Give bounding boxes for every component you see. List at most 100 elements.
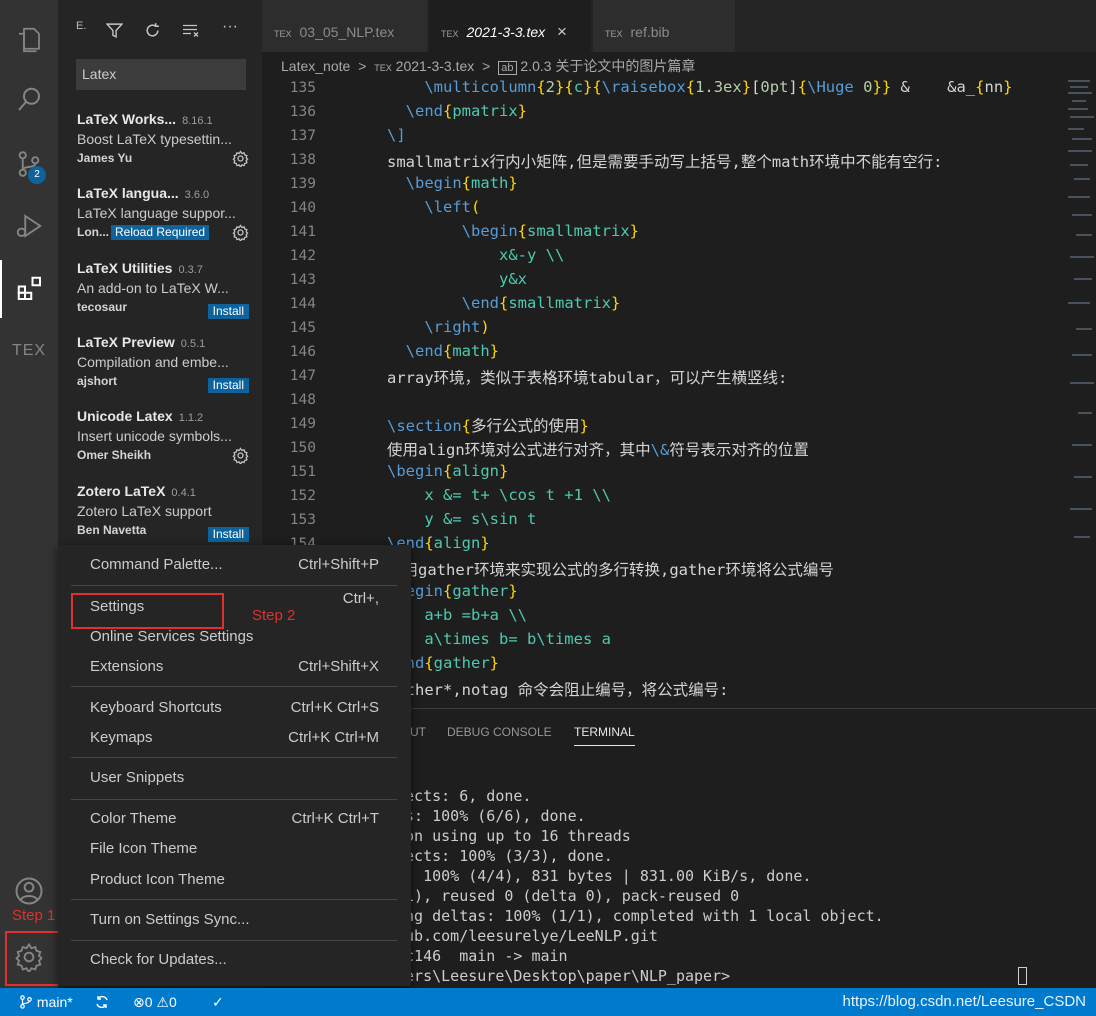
code-line: x &= t+ \cos t +1 \\ [424, 486, 611, 504]
extension-item[interactable]: LaTeX langua... 3.6.0 LaTeX language suppo… [77, 185, 249, 243]
clear-results-icon[interactable] [182, 22, 200, 42]
menu-separator [71, 899, 397, 900]
code-line: \right) [424, 318, 490, 336]
extension-gear-icon[interactable] [232, 447, 249, 468]
line-number: 147 [289, 368, 316, 384]
menu-item-extensions[interactable]: Extensions [90, 658, 163, 675]
manage-gear-icon[interactable] [0, 928, 58, 986]
install-button[interactable]: Install [207, 304, 249, 319]
step2-highlight [71, 593, 224, 629]
code-line: x&-y \\ [498, 246, 565, 264]
extension-version: 0.4.1 [171, 487, 196, 499]
extensions-icon[interactable] [0, 260, 58, 318]
menu-separator [71, 585, 397, 586]
reload-required-button[interactable]: Reload Required [111, 225, 210, 240]
terminal-line: ts: 100% (6/6), done. [396, 807, 586, 825]
search-icon[interactable] [0, 71, 58, 129]
extension-gear-icon[interactable] [232, 224, 249, 245]
extension-gear-icon[interactable] [232, 150, 249, 171]
tab-ref-bib[interactable]: TEX ref.bib [593, 0, 735, 52]
terminal-cursor [1018, 967, 1027, 985]
terminal-output[interactable]: jects: 6, done. ts: 100% (6/6), done. ion … [396, 787, 1096, 987]
line-number: 139 [289, 176, 316, 192]
install-button[interactable]: Install [207, 378, 249, 393]
close-tab-icon[interactable]: × [557, 22, 567, 41]
terminal-line: jects: 6, done. [396, 787, 532, 805]
line-number: 137 [289, 128, 316, 144]
code-line: \end{math} [405, 342, 500, 360]
extension-publisher: Lon... [77, 225, 109, 239]
extension-item[interactable]: LaTeX Works... 8.16.1 Boost LaTeX typesett… [77, 111, 249, 169]
extension-description: Boost LaTeX typesettin... [77, 131, 232, 147]
warning-count: 0 [168, 994, 177, 1010]
code-line: array环境，类似于表格环境tabular，可以产生横竖线: [387, 369, 788, 387]
panel-tab-terminal[interactable]: TERMINAL [574, 725, 635, 746]
source-control-icon[interactable] [0, 135, 58, 193]
extension-publisher: Omer Sheikh [77, 448, 152, 462]
error-count: 0 [144, 994, 153, 1010]
extension-item[interactable]: LaTeX Utilities 0.3.7 An add-on to LaTeX W… [77, 260, 249, 319]
extension-version: 8.16.1 [182, 115, 213, 127]
status-bar: main* ⊗0 ⚠0 ✓ https://blog.csdn.net/Lees… [0, 988, 1096, 1016]
tex-icon[interactable]: TEX [0, 322, 58, 380]
extension-item[interactable]: Unicode Latex 1.1.2 Insert unicode symbols… [77, 408, 249, 466]
terminal-line: ing deltas: 100% (1/1), completed with 1… [396, 907, 884, 925]
refresh-icon[interactable] [144, 22, 161, 42]
tab-03-05-nlp[interactable]: TEX 03_05_NLP.tex [262, 0, 427, 52]
menu-item-command-palette[interactable]: Command Palette... [90, 556, 223, 573]
editor-tab-bar: TEX 03_05_NLP.tex TEX 2021-3-3.tex × TEX re… [262, 0, 1096, 52]
menu-item-keymaps[interactable]: Keymaps [90, 729, 153, 746]
code-line: 使用gather环境来实现公式的多行转换,gather环境将公式编号 [387, 561, 834, 579]
branch-indicator[interactable]: main* [19, 988, 73, 1016]
breadcrumb-folder[interactable]: Latex_note [281, 58, 350, 74]
breadcrumb-separator: > [482, 58, 491, 74]
terminal-line: ion using up to 16 threads [396, 827, 631, 845]
extension-description: An add-on to LaTeX W... [77, 280, 229, 296]
sync-icon[interactable] [94, 988, 110, 1016]
filter-icon[interactable] [105, 22, 124, 42]
menu-item-product-icon-theme[interactable]: Product Icon Theme [90, 871, 225, 888]
step1-annotation: Step 1 [12, 907, 56, 924]
menu-item-online-services-settings[interactable]: Online Services Settings [90, 628, 253, 645]
extension-search-input[interactable]: Latex [76, 59, 246, 90]
menu-item-file-icon-theme[interactable]: File Icon Theme [90, 840, 197, 857]
panel-tab-debug-console[interactable]: DEBUG CONSOLE [447, 725, 552, 739]
warning-icon: ⚠ [156, 994, 169, 1010]
line-number: 141 [289, 224, 316, 240]
panel-tab-output[interactable]: UT [410, 725, 426, 739]
minimap[interactable] [1062, 78, 1096, 708]
line-number: 143 [289, 272, 316, 288]
install-button[interactable]: Install [207, 527, 249, 542]
extension-item[interactable]: Zotero LaTeX 0.4.1 Zotero LaTeX support Ben… [77, 483, 249, 542]
run-debug-icon[interactable] [0, 197, 58, 255]
code-line: \multicolumn{2}{c}{\raisebox{1.3ex}[0pt]… [424, 78, 1013, 96]
extension-version: 1.1.2 [178, 412, 204, 424]
activity-bar: 2 TEX Step 1 [0, 0, 61, 988]
menu-item-color-theme[interactable]: Color Theme [90, 810, 176, 827]
scm-badge: 2 [28, 166, 46, 184]
line-number: 149 [289, 416, 316, 432]
more-actions-icon[interactable]: ··· [222, 18, 238, 36]
terminal-line: sers\Leesure\Desktop\paper\NLP_paper> [396, 967, 740, 985]
menu-item-keyboard-shortcuts[interactable]: Keyboard Shortcuts [90, 699, 222, 716]
line-number: 138 [289, 152, 316, 168]
check-icon[interactable]: ✓ [212, 988, 224, 1016]
code-line: \end{pmatrix} [405, 102, 528, 120]
tex-file-icon: TEX [274, 29, 292, 39]
extension-item[interactable]: LaTeX Preview 0.5.1 Compilation and embe..… [77, 334, 249, 393]
breadcrumb: Latex_note > TEX 2021-3-3.tex > ab 2.0.3… [262, 52, 1096, 78]
tab-label: ref.bib [630, 24, 670, 40]
extension-name: LaTeX Preview [77, 334, 175, 350]
breadcrumb-file[interactable]: 2021-3-3.tex [396, 58, 475, 74]
tab-2021-3-3[interactable]: TEX 2021-3-3.tex × [429, 0, 591, 52]
problems-indicator[interactable]: ⊗0 ⚠0 [133, 988, 177, 1016]
menu-item-check-for-updates[interactable]: Check for Updates... [90, 951, 227, 968]
menu-item-user-snippets[interactable]: User Snippets [90, 769, 184, 786]
menu-item-turn-on-settings-sync[interactable]: Turn on Settings Sync... [90, 911, 250, 928]
error-icon: ⊗ [133, 994, 145, 1010]
terminal-line: jects: 100% (3/3), done. [396, 847, 613, 865]
menu-separator [71, 757, 397, 758]
breadcrumb-section[interactable]: 2.0.3 关于论文中的图片篇章 [520, 58, 695, 74]
explorer-icon[interactable] [0, 11, 58, 69]
code-line: \begin{math} [405, 174, 518, 192]
